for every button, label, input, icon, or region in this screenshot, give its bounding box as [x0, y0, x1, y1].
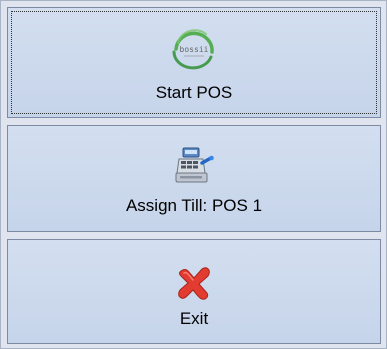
start-pos-label: Start POS — [155, 83, 233, 102]
bossii-logo-icon: bossii — [172, 29, 214, 70]
pos-launcher-panel: bossii Start POS Assign Till: POS 1 Exit — [0, 0, 387, 349]
assign-till-label: Assign Till: POS 1 — [125, 196, 263, 215]
start-pos-button[interactable]: bossii Start POS — [7, 7, 381, 118]
bossii-logo-text: bossii — [180, 45, 209, 54]
assign-till-button[interactable]: Assign Till: POS 1 — [7, 125, 381, 232]
exit-label: Exit — [179, 309, 209, 328]
red-x-icon — [178, 267, 210, 300]
cash-register-icon — [175, 147, 214, 183]
exit-button[interactable]: Exit — [7, 239, 381, 344]
